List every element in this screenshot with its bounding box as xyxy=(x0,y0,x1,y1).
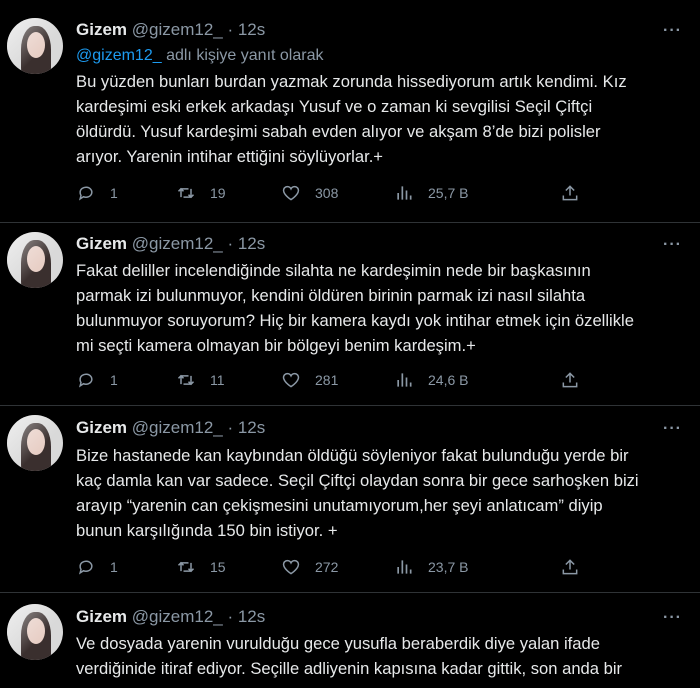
user-handle[interactable]: @gizem12_ xyxy=(132,20,223,39)
share-icon xyxy=(562,559,578,575)
share-button[interactable] xyxy=(560,556,580,578)
reply-icon xyxy=(78,373,93,388)
tweet-text: Bu yüzden bunları burdan yazmak zorunda … xyxy=(76,69,681,169)
tweet-header: Gizem @gizem12_ · 12s xyxy=(76,418,265,438)
heart-icon xyxy=(282,559,300,575)
avatar[interactable] xyxy=(7,18,63,74)
views-button[interactable]: 24,6 B xyxy=(394,369,468,391)
view-count: 23,7 B xyxy=(428,559,469,575)
view-count: 24,6 B xyxy=(428,372,469,388)
view-count: 25,7 B xyxy=(428,185,469,201)
tweet-text-line: Fakat deliller incelendiğinde silahta ne… xyxy=(76,261,591,280)
reply-count: 1 xyxy=(110,372,118,388)
views-button[interactable]: 25,7 B xyxy=(394,182,468,204)
tweet-text-line: arıyor. Yarenin intihar ettiğini söylüyo… xyxy=(76,147,383,166)
like-count: 281 xyxy=(315,372,339,388)
tweet[interactable]: Gizem @gizem12_ · 12s ··· @gizem12_ adlı… xyxy=(0,0,700,222)
reply-mention-link[interactable]: @gizem12_ xyxy=(76,47,162,64)
tweet-header: Gizem @gizem12_ · 12s xyxy=(76,20,265,40)
retweet-count: 19 xyxy=(210,185,226,201)
views-chart-icon xyxy=(397,373,412,387)
display-name[interactable]: Gizem xyxy=(76,418,127,437)
retweet-count: 11 xyxy=(210,372,225,388)
reply-context-text: adlı kişiye yanıt olarak xyxy=(161,47,324,64)
tweet-text-line: Bize hastanede kan kaybından öldüğü söyl… xyxy=(76,446,629,465)
like-count: 308 xyxy=(315,185,339,201)
like-button[interactable]: 272 xyxy=(281,556,338,578)
tweet-text: Ve dosyada yarenin vurulduğu gece yusufl… xyxy=(76,631,681,681)
reply-count: 1 xyxy=(110,559,118,575)
reply-count: 1 xyxy=(110,185,118,201)
user-handle[interactable]: @gizem12_ xyxy=(132,234,223,253)
tweet-text-line: kardeşimi eski erkek arkadaşı Yusuf ve o… xyxy=(76,97,593,116)
views-chart-icon xyxy=(397,186,412,200)
user-handle[interactable]: @gizem12_ xyxy=(132,418,223,437)
retweet-button[interactable]: 11 xyxy=(176,369,225,391)
tweet-header: Gizem @gizem12_ · 12s xyxy=(76,234,265,254)
reply-icon xyxy=(78,186,93,201)
tweet-text-line: Ve dosyada yarenin vurulduğu gece yusufl… xyxy=(76,634,600,653)
heart-icon xyxy=(282,372,300,388)
timestamp[interactable]: 12s xyxy=(238,234,265,253)
more-options-icon[interactable]: ··· xyxy=(663,420,682,438)
tweet[interactable]: Gizem @gizem12_ · 12s ··· Ve dosyada yar… xyxy=(0,593,700,688)
tweet-text-line: bunun karşılığında 150 bin istiyor. + xyxy=(76,521,338,540)
reply-button[interactable]: 1 xyxy=(76,369,118,391)
tweet[interactable]: Gizem @gizem12_ · 12s ··· Fakat deliller… xyxy=(0,223,700,405)
tweet-text-line: öldürdü. Yusuf kardeşimi sabah evden alı… xyxy=(76,122,601,141)
retweet-icon xyxy=(177,187,195,199)
display-name[interactable]: Gizem xyxy=(76,20,127,39)
reply-context: @gizem12_ adlı kişiye yanıt olarak xyxy=(76,47,323,65)
tweet-text-line: verdiğinide itiraf ediyor. Seçille adliy… xyxy=(76,659,623,678)
tweet-text-line: arayıp “yarenin can çekişmesini unutamıy… xyxy=(76,496,603,515)
tweet-text-line: bulunmuyor soruyorum? Hiç bir kamera kay… xyxy=(76,311,634,330)
retweet-button[interactable]: 19 xyxy=(176,182,226,204)
tweet-text: Fakat deliller incelendiğinde silahta ne… xyxy=(76,258,681,358)
avatar[interactable] xyxy=(7,232,63,288)
reply-button[interactable]: 1 xyxy=(76,182,118,204)
tweet-text-line: parmak izi bulunmuyor, kendini öldüren b… xyxy=(76,286,586,305)
tweet-text-line: Bu yüzden bunları burdan yazmak zorunda … xyxy=(76,72,627,91)
timestamp[interactable]: 12s xyxy=(238,418,265,437)
share-button[interactable] xyxy=(560,369,580,391)
tweet-thread: Gizem @gizem12_ · 12s ··· @gizem12_ adlı… xyxy=(0,0,700,688)
retweet-icon xyxy=(177,561,195,573)
more-options-icon[interactable]: ··· xyxy=(663,236,682,254)
like-button[interactable]: 281 xyxy=(281,369,338,391)
timestamp[interactable]: 12s xyxy=(238,20,265,39)
reply-icon xyxy=(78,560,93,575)
retweet-count: 15 xyxy=(210,559,226,575)
tweet-actions: 1 19 308 25,7 B xyxy=(76,182,596,204)
heart-icon xyxy=(282,185,300,201)
separator-dot: · xyxy=(222,607,238,626)
tweet-actions: 1 11 281 24,6 B xyxy=(76,369,596,391)
reply-button[interactable]: 1 xyxy=(76,556,118,578)
share-icon xyxy=(562,185,578,201)
retweet-icon xyxy=(177,374,195,386)
more-options-icon[interactable]: ··· xyxy=(663,22,682,40)
avatar[interactable] xyxy=(7,415,63,471)
display-name[interactable]: Gizem xyxy=(76,234,127,253)
tweet-text-line: mi seçti kamera olmayan bir bölgeyi beni… xyxy=(76,336,476,355)
share-icon xyxy=(562,372,578,388)
tweet-text-line: kaç damla kan var sadece. Seçil Çiftçi o… xyxy=(76,471,639,490)
views-chart-icon xyxy=(397,560,412,574)
avatar[interactable] xyxy=(7,604,63,660)
timestamp[interactable]: 12s xyxy=(238,607,265,626)
tweet-text: Bize hastanede kan kaybından öldüğü söyl… xyxy=(76,443,681,543)
views-button[interactable]: 23,7 B xyxy=(394,556,468,578)
separator-dot: · xyxy=(222,234,238,253)
tweet-actions: 1 15 272 23,7 B xyxy=(76,556,596,578)
display-name[interactable]: Gizem xyxy=(76,607,127,626)
more-options-icon[interactable]: ··· xyxy=(663,609,682,627)
like-button[interactable]: 308 xyxy=(281,182,338,204)
retweet-button[interactable]: 15 xyxy=(176,556,226,578)
separator-dot: · xyxy=(222,418,238,437)
tweet[interactable]: Gizem @gizem12_ · 12s ··· Bize hastanede… xyxy=(0,406,700,592)
share-button[interactable] xyxy=(560,182,580,204)
tweet-header: Gizem @gizem12_ · 12s xyxy=(76,607,265,627)
user-handle[interactable]: @gizem12_ xyxy=(132,607,223,626)
separator-dot: · xyxy=(222,20,238,39)
like-count: 272 xyxy=(315,559,339,575)
